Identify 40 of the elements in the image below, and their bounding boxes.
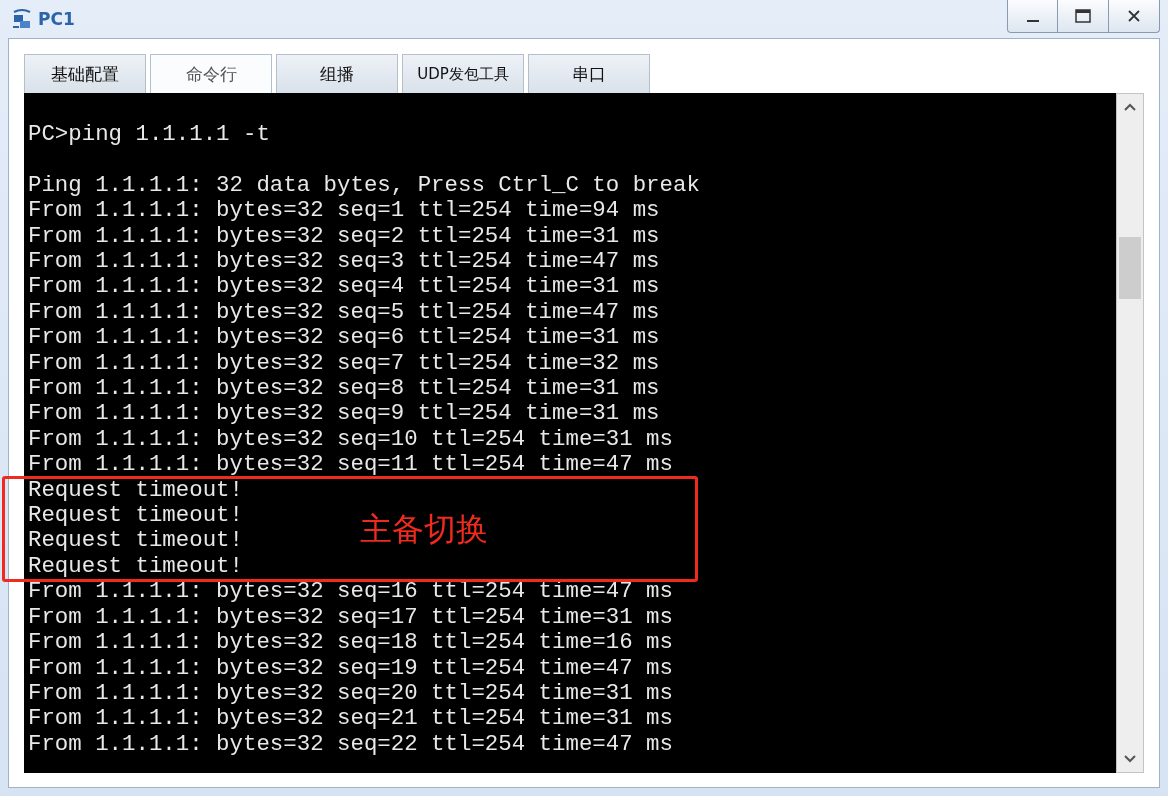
window-title: PC1 bbox=[38, 9, 75, 29]
tab[interactable]: 串口 bbox=[528, 54, 650, 93]
terminal-line: From 1.1.1.1: bytes=32 seq=8 ttl=254 time=31 ms bbox=[28, 376, 660, 402]
terminal-line: From 1.1.1.1: bytes=32 seq=16 ttl=254 time=47 ms bbox=[28, 579, 673, 605]
terminal-line: From 1.1.1.1: bytes=32 seq=17 ttl=254 time=31 ms bbox=[28, 604, 673, 631]
terminal-line: Request timeout! bbox=[28, 477, 243, 504]
terminal-line: From 1.1.1.1: bytes=32 seq=20 ttl=254 time=31 ms bbox=[28, 680, 673, 707]
scrollbar[interactable] bbox=[1116, 93, 1144, 773]
scroll-up-icon[interactable] bbox=[1123, 102, 1137, 112]
terminal-line: From 1.1.1.1: bytes=32 seq=10 ttl=254 time=31 ms bbox=[28, 426, 673, 453]
tab[interactable]: UDP发包工具 bbox=[402, 54, 524, 93]
scroll-down-icon[interactable] bbox=[1123, 754, 1137, 764]
terminal-line: From 1.1.1.1: bytes=32 seq=9 ttl=254 time=31 ms bbox=[28, 401, 660, 427]
terminal-line: Request timeout! bbox=[28, 503, 243, 529]
terminal-line: From 1.1.1.1: bytes=32 seq=3 ttl=254 time=47 ms bbox=[28, 249, 660, 275]
terminal-line: From 1.1.1.1: bytes=32 seq=11 ttl=254 time=47 ms bbox=[28, 452, 673, 478]
terminal-line: From 1.1.1.1: bytes=32 seq=19 ttl=254 time=47 ms bbox=[28, 655, 673, 681]
annotation-label: 主备切换 bbox=[360, 509, 488, 550]
terminal-line: From 1.1.1.1: bytes=32 seq=18 ttl=254 time=16 ms bbox=[28, 630, 673, 656]
terminal-line: PC>ping 1.1.1.1 -t bbox=[28, 122, 270, 148]
terminal-line: From 1.1.1.1: bytes=32 seq=2 ttl=254 time=31 ms bbox=[28, 223, 660, 249]
terminal-line: From 1.1.1.1: bytes=32 seq=6 ttl=254 time=31 ms bbox=[28, 325, 660, 351]
tab[interactable]: 组播 bbox=[276, 54, 398, 93]
terminal-line: From 1.1.1.1: bytes=32 seq=22 ttl=254 time=47 ms bbox=[28, 731, 673, 758]
terminal-line: From 1.1.1.1: bytes=32 seq=5 ttl=254 time=47 ms bbox=[28, 299, 660, 326]
terminal-line: Request timeout! bbox=[28, 553, 243, 580]
terminal-line: From 1.1.1.1: bytes=32 seq=7 ttl=254 time=32 ms bbox=[28, 350, 660, 377]
scrollbar-thumb[interactable] bbox=[1119, 237, 1141, 299]
terminal-line: From 1.1.1.1: bytes=32 seq=1 ttl=254 time=94 ms bbox=[28, 198, 660, 224]
tab[interactable]: 命令行 bbox=[150, 54, 272, 93]
terminal-line: Request timeout! bbox=[28, 528, 243, 554]
maximize-button[interactable] bbox=[1058, 0, 1109, 33]
terminal-line: From 1.1.1.1: bytes=32 seq=21 ttl=254 time=31 ms bbox=[28, 706, 673, 732]
tab[interactable]: 基础配置 bbox=[24, 54, 146, 93]
terminal-line: From 1.1.1.1: bytes=32 seq=4 ttl=254 time=31 ms bbox=[28, 274, 660, 300]
close-icon bbox=[1127, 9, 1141, 23]
minimize-icon bbox=[1026, 20, 1039, 22]
close-button[interactable] bbox=[1109, 0, 1160, 33]
terminal-line: Ping 1.1.1.1: 32 data bytes, Press Ctrl_C to break bbox=[28, 172, 700, 199]
maximize-icon bbox=[1075, 9, 1091, 23]
